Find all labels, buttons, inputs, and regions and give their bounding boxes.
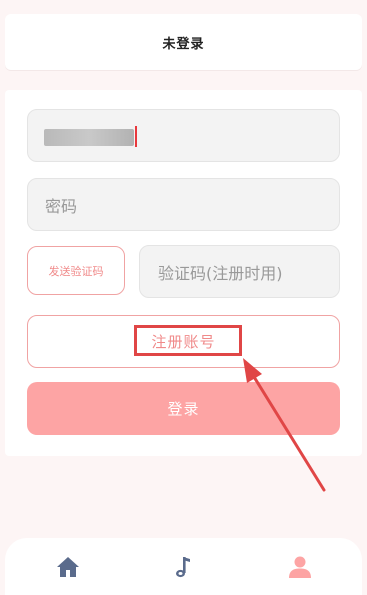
login-button[interactable]: 登录 xyxy=(27,382,340,435)
username-input[interactable] xyxy=(27,109,340,162)
password-placeholder: 密码 xyxy=(45,196,78,216)
user-icon xyxy=(289,556,311,578)
tab-user[interactable] xyxy=(285,552,315,582)
annotation-highlight-box xyxy=(134,325,242,356)
redacted-username xyxy=(44,129,134,146)
verification-code-input[interactable]: 验证码(注册时用) xyxy=(139,245,340,298)
app-screen: 未登录 密码 发送验证码 验证码(注册时用) 注册账号 登录 xyxy=(0,0,367,595)
tab-music[interactable] xyxy=(168,552,198,582)
top-bar: 未登录 xyxy=(5,14,362,70)
text-cursor xyxy=(135,126,137,147)
page-title: 未登录 xyxy=(162,36,205,52)
register-button[interactable]: 注册账号 xyxy=(27,315,340,368)
bottom-tab-bar xyxy=(5,538,362,595)
code-placeholder: 验证码(注册时用) xyxy=(158,263,283,283)
password-input[interactable]: 密码 xyxy=(27,178,340,231)
tab-home[interactable] xyxy=(53,552,83,582)
home-icon xyxy=(57,557,79,577)
login-form: 密码 发送验证码 验证码(注册时用) 注册账号 登录 xyxy=(5,90,362,456)
music-note-icon xyxy=(176,557,190,578)
send-code-button[interactable]: 发送验证码 xyxy=(27,246,125,295)
